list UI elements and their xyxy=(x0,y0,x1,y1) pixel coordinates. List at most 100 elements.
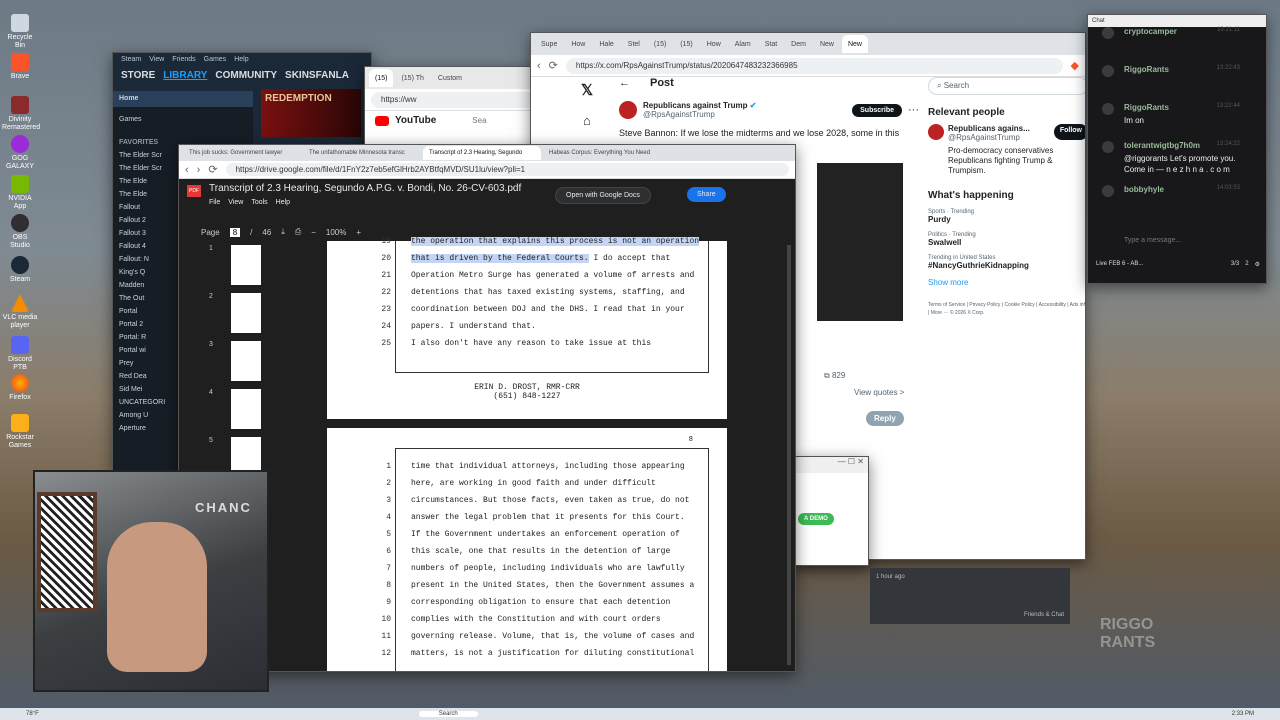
relevant-handle: @RpsAgainstTrump xyxy=(948,133,1020,142)
x-browser-tab[interactable]: (15) xyxy=(648,35,672,53)
menu-file[interactable]: File xyxy=(209,199,220,206)
demo-button[interactable]: A DEMO xyxy=(798,513,834,525)
steam-menu-view[interactable]: View xyxy=(149,56,164,63)
desktop-icon-gog[interactable]: GOG GALAXY xyxy=(2,135,38,171)
steam-menu-steam[interactable]: Steam xyxy=(121,56,141,63)
steam-game-banner[interactable]: REDEMPTION xyxy=(261,89,361,137)
desktop-icon-obs[interactable]: OBS Studio xyxy=(2,214,38,250)
post-video[interactable] xyxy=(817,163,903,321)
steam-menu-games[interactable]: Games xyxy=(204,56,227,63)
x-browser-tab[interactable]: Stat xyxy=(759,35,783,53)
steam-nav-library[interactable]: LIBRARY xyxy=(163,70,207,81)
desktop-icon-brave[interactable]: Brave xyxy=(2,53,38,81)
desktop-icon-steam[interactable]: Steam xyxy=(2,256,38,284)
desktop-icon-recycle-bin[interactable]: Recycle Bin xyxy=(2,14,38,50)
page-number-input[interactable]: 8 xyxy=(229,227,241,237)
post-handle[interactable]: @RpsAgainstTrump xyxy=(643,110,756,119)
desktop-icon-nvidia[interactable]: NVIDIA App xyxy=(2,175,38,211)
trend-item[interactable]: Politics · Trending Swalwell xyxy=(928,232,1085,247)
follow-button[interactable]: Follow xyxy=(1053,124,1085,140)
steam-nav-community[interactable]: COMMUNITY xyxy=(215,70,277,81)
chat-username[interactable]: bobbyhyle xyxy=(1124,185,1164,194)
post-author[interactable]: Republicans against Trump xyxy=(643,101,747,110)
x-browser-tab[interactable]: How xyxy=(701,35,727,53)
reload-icon[interactable]: ⟳ xyxy=(549,59,558,72)
reload-icon[interactable]: ⟳ xyxy=(208,163,217,176)
bookmark-count-label: 829 xyxy=(831,371,846,380)
x-browser-tab[interactable]: New xyxy=(841,35,868,53)
pdf-scrollbar[interactable] xyxy=(787,245,791,665)
more-icon[interactable]: ··· xyxy=(908,104,919,116)
menu-help[interactable]: Help xyxy=(276,199,290,206)
menu-tools[interactable]: Tools xyxy=(251,199,267,206)
x-browser-tab[interactable]: Stel xyxy=(622,35,646,53)
x-browser-tab[interactable]: Hale xyxy=(593,35,619,53)
pdf-browser-tab[interactable]: Habeas Corpus: Everything You Need xyxy=(543,146,661,160)
zoom-out-icon[interactable]: − xyxy=(311,228,316,237)
steam-home-button[interactable]: Home xyxy=(113,91,253,107)
steam-games-filter[interactable]: Games xyxy=(113,113,253,126)
settings-icon[interactable]: ⚙ xyxy=(1255,261,1260,268)
x-browser-tab[interactable]: Dem xyxy=(785,35,812,53)
desktop-icon-firefox[interactable]: Firefox xyxy=(2,374,38,402)
download-icon[interactable]: ⤓ xyxy=(281,227,285,237)
share-button[interactable]: Share xyxy=(687,187,726,202)
desktop-icon-discord[interactable]: Discord PTB xyxy=(2,336,38,372)
subscribe-button[interactable]: Subscribe xyxy=(852,103,902,117)
steam-menu-friends[interactable]: Friends xyxy=(172,56,195,63)
back-icon[interactable]: ‹ xyxy=(537,60,541,72)
home-icon[interactable]: ⌂ xyxy=(583,113,591,128)
trend-item[interactable]: Trending in United States #NancyGuthrieKi… xyxy=(928,255,1085,270)
print-icon[interactable]: ⎙ xyxy=(295,227,301,237)
x-browser-tab[interactable]: How xyxy=(565,35,591,53)
weather-widget[interactable]: 78°F xyxy=(26,711,39,717)
pdf-url-field[interactable]: https://drive.google.com/file/d/1FnY2z7e… xyxy=(225,163,789,176)
menu-view[interactable]: View xyxy=(228,199,243,206)
relevant-person[interactable]: Republicans agains... @RpsAgainstTrump F… xyxy=(928,124,1085,142)
desktop-icon-label: NVIDIA App xyxy=(8,195,32,210)
chat-username[interactable]: cryptocamper xyxy=(1124,27,1177,36)
trend-item[interactable]: Sports · Trending Purdy xyxy=(928,209,1085,224)
view-quotes-link[interactable]: View quotes > xyxy=(854,388,904,397)
x-logo-icon[interactable]: 𝕏 xyxy=(581,81,593,99)
pdf-browser-tab[interactable]: This job sucks: Government lawyer xyxy=(183,146,301,160)
chat-username[interactable]: RiggoRants xyxy=(1124,103,1169,112)
bookmark-count[interactable]: ⧉ 829 xyxy=(824,371,845,381)
reply-button[interactable]: Reply xyxy=(866,411,904,426)
chat-username[interactable]: tolerantwigtbg7h0m xyxy=(1124,141,1200,150)
show-more-link[interactable]: Show more xyxy=(928,278,1085,287)
brave-shield-icon[interactable]: ◆ xyxy=(1071,59,1079,72)
pdf-browser-tab[interactable]: Transcript of 2.3 Hearing, Segundo xyxy=(423,146,541,160)
taskbar-search[interactable]: Search xyxy=(418,711,478,717)
steam-nav-store[interactable]: STORE xyxy=(121,70,155,81)
x-browser-tab[interactable]: (15) xyxy=(674,35,698,53)
friends-chat-button[interactable]: Friends & Chat xyxy=(1024,612,1064,618)
steam-nav: STORE LIBRARY COMMUNITY SKINSFANLA xyxy=(113,66,371,85)
youtube-tab[interactable]: (15) Th xyxy=(395,69,429,87)
back-icon[interactable]: ‹ xyxy=(185,164,189,176)
window-controls[interactable]: — ☐ ✕ xyxy=(794,457,868,473)
x-url-field[interactable]: https://x.com/RpsAgainstTrump/status/202… xyxy=(565,57,1063,74)
x-browser-tab[interactable]: New xyxy=(814,35,840,53)
steam-nav-profile[interactable]: SKINSFANLA xyxy=(285,70,349,81)
pdf-browser-tab[interactable]: The unfathomable Minnesota transc xyxy=(303,146,421,160)
vlc-cone-icon xyxy=(11,294,29,312)
x-search-input[interactable]: ⌕ Search xyxy=(928,77,1085,95)
taskbar-clock[interactable]: 2:33 PM xyxy=(1232,711,1254,717)
youtube-tab[interactable]: (15) xyxy=(369,69,394,87)
x-browser-tab[interactable]: Supe xyxy=(535,35,563,53)
avatar[interactable] xyxy=(619,101,637,119)
desktop-icon-vlc[interactable]: VLC media player xyxy=(2,294,38,330)
open-with-google-docs-button[interactable]: Open with Google Docs xyxy=(555,187,651,204)
youtube-logo[interactable]: YouTube xyxy=(395,115,436,126)
youtube-tab[interactable]: Custom xyxy=(432,69,468,87)
forward-icon[interactable]: › xyxy=(197,164,201,176)
chat-input[interactable]: Type a message... xyxy=(1096,233,1260,249)
desktop-icon-rockstar[interactable]: Rockstar Games xyxy=(2,414,38,450)
back-arrow-icon[interactable]: ← xyxy=(619,77,630,89)
desktop-icon-divinity[interactable]: Divinity Remastered xyxy=(2,96,40,132)
steam-menu-help[interactable]: Help xyxy=(234,56,248,63)
youtube-search-input[interactable]: Sea xyxy=(472,116,486,125)
x-browser-tab[interactable]: Alam xyxy=(729,35,757,53)
chat-username[interactable]: RiggoRants xyxy=(1124,65,1169,74)
